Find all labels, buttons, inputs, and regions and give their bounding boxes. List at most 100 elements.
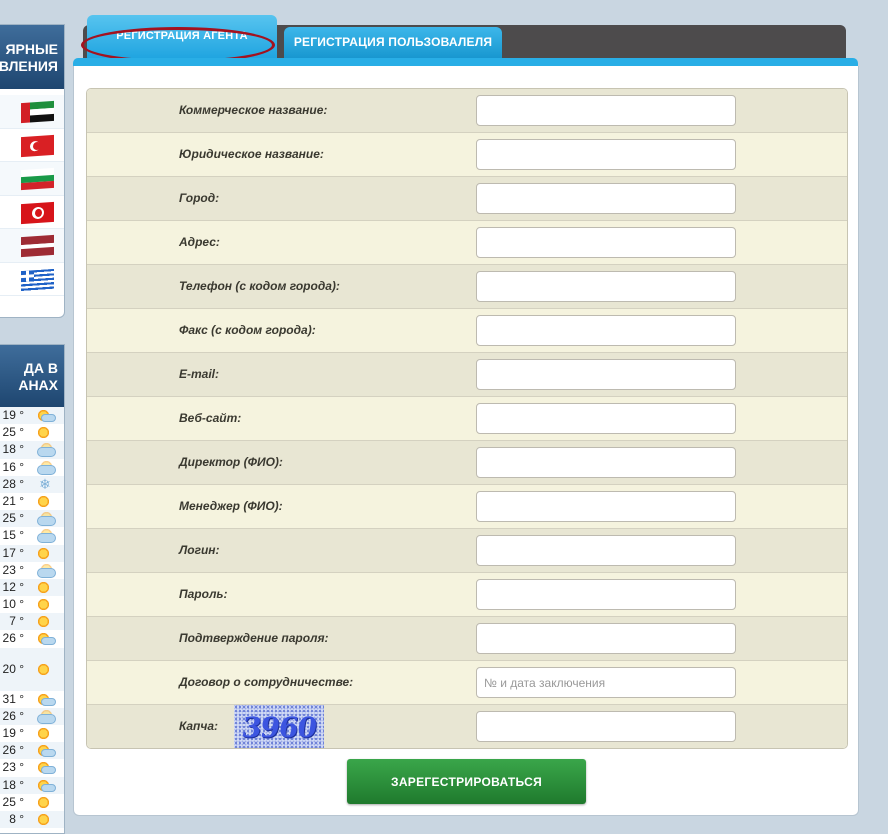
sun-icon bbox=[34, 726, 56, 741]
weather-temp: 19 ° bbox=[2, 726, 24, 740]
sun-cloud-icon bbox=[34, 760, 56, 775]
field-label: Логин: bbox=[179, 543, 220, 557]
weather-row: 19 ° bbox=[0, 407, 64, 425]
weather-row: 10 ° bbox=[0, 596, 64, 613]
register-button[interactable]: ЗАРЕГЕСТРИРОВАТЬСЯ bbox=[347, 759, 586, 804]
form-row: Директор (ФИО): bbox=[87, 441, 847, 485]
flag-tunisia-icon[interactable] bbox=[21, 201, 54, 224]
weather-row: 20 ° bbox=[0, 647, 64, 691]
sun-cloud-icon bbox=[34, 692, 56, 707]
field-input-4[interactable] bbox=[476, 271, 736, 302]
flag-greece-icon[interactable] bbox=[21, 268, 54, 291]
field-label: Город: bbox=[179, 191, 220, 205]
field-label: Договор о сотрудничестве: bbox=[179, 675, 354, 689]
weather-temp: 26 ° bbox=[2, 743, 24, 758]
flag-row[interactable] bbox=[0, 229, 64, 263]
cloud-icon bbox=[34, 528, 56, 544]
flag-turkey-icon[interactable] bbox=[21, 134, 54, 157]
weather-temp: 16 ° bbox=[2, 459, 24, 474]
form-row: Подтверждение пароля: bbox=[87, 617, 847, 661]
weather-row: 28 ° ❄ bbox=[0, 475, 64, 493]
field-label: Адрес: bbox=[179, 235, 220, 249]
captcha-input[interactable] bbox=[476, 711, 736, 742]
sun-icon bbox=[34, 580, 56, 595]
sun-icon bbox=[34, 546, 56, 561]
field-label: Подтверждение пароля: bbox=[179, 631, 329, 645]
weather-temp: 10 ° bbox=[2, 597, 24, 612]
weather-temp: 21 ° bbox=[2, 493, 24, 508]
sun-cloud-icon bbox=[34, 743, 56, 758]
weather-temp: 25 ° bbox=[2, 511, 24, 526]
field-label: Факс (с кодом города): bbox=[179, 323, 316, 337]
form-row: Город: bbox=[87, 177, 847, 221]
field-input-3[interactable] bbox=[476, 227, 736, 258]
flag-row[interactable] bbox=[0, 129, 64, 162]
sun-icon bbox=[34, 494, 56, 509]
cloud-icon bbox=[34, 442, 56, 458]
popular-directions-panel: ЯРНЫЕ ВЛЕНИЯ bbox=[0, 24, 65, 318]
tab-agent-registration[interactable]: РЕГИСТРАЦИЯ АГЕНТА bbox=[87, 15, 277, 59]
cloud-icon bbox=[34, 708, 56, 724]
sun-cloud-icon bbox=[34, 778, 56, 793]
weather-row: 25 ° bbox=[0, 510, 64, 528]
sun-icon bbox=[34, 812, 56, 827]
weather-row: 31 ° bbox=[0, 691, 64, 708]
field-label: Директор (ФИО): bbox=[179, 455, 283, 469]
flag-latvia-icon[interactable] bbox=[21, 234, 54, 258]
weather-row: 18 ° bbox=[0, 441, 64, 459]
field-label: E-mail: bbox=[179, 367, 220, 381]
sun-icon bbox=[34, 795, 56, 810]
field-input-1[interactable] bbox=[476, 139, 736, 170]
flag-row[interactable] bbox=[0, 95, 64, 129]
weather-temp: 19 ° bbox=[2, 408, 24, 422]
weather-temp: 17 ° bbox=[2, 545, 24, 560]
flag-row[interactable] bbox=[0, 162, 64, 196]
popular-directions-title: ЯРНЫЕ ВЛЕНИЯ bbox=[0, 25, 64, 89]
weather-row: 23 ° bbox=[0, 562, 64, 579]
field-label: Телефон (с кодом города): bbox=[179, 279, 340, 293]
captcha-image: 3960 bbox=[234, 705, 324, 748]
sun-icon bbox=[34, 662, 56, 677]
weather-temp: 18 ° bbox=[2, 777, 24, 792]
weather-row: 19 ° bbox=[0, 725, 64, 742]
field-input-13[interactable] bbox=[476, 667, 736, 698]
field-input-8[interactable] bbox=[476, 447, 736, 478]
weather-temp: 23 ° bbox=[2, 760, 24, 775]
weather-temp: 23 ° bbox=[2, 562, 24, 577]
agent-registration-form: Коммерческое название: Юридическое назван… bbox=[86, 88, 848, 749]
tab-user-registration[interactable]: РЕГИСТРАЦИЯ ПОЛЬЗОВАЛЕЛЯ bbox=[284, 27, 502, 59]
flag-row[interactable] bbox=[0, 263, 64, 296]
flag-uae-icon[interactable] bbox=[21, 100, 54, 124]
field-input-10[interactable] bbox=[476, 535, 736, 566]
weather-row: 17 ° bbox=[0, 544, 64, 562]
flag-bulgaria-icon[interactable] bbox=[21, 167, 54, 191]
field-label: Менеджер (ФИО): bbox=[179, 499, 283, 513]
form-row: E-mail: bbox=[87, 353, 847, 397]
field-input-11[interactable] bbox=[476, 579, 736, 610]
weather-row: 18 ° bbox=[0, 776, 64, 794]
weather-row: 25 ° bbox=[0, 794, 64, 811]
cloud-icon bbox=[34, 459, 56, 475]
flag-row[interactable] bbox=[0, 196, 64, 229]
form-row: Юридическое название: bbox=[87, 133, 847, 177]
field-input-9[interactable] bbox=[476, 491, 736, 522]
field-input-5[interactable] bbox=[476, 315, 736, 346]
field-input-6[interactable] bbox=[476, 359, 736, 390]
weather-temp: 26 ° bbox=[2, 631, 24, 646]
weather-row: 15 ° bbox=[0, 527, 64, 544]
form-row: Договор о сотрудничестве: bbox=[87, 661, 847, 705]
weather-title: ДА В АНАХ bbox=[0, 345, 64, 407]
form-row: Веб-сайт: bbox=[87, 397, 847, 441]
weather-temp: 26 ° bbox=[2, 708, 24, 723]
field-input-0[interactable] bbox=[476, 95, 736, 126]
field-input-12[interactable] bbox=[476, 623, 736, 654]
field-input-7[interactable] bbox=[476, 403, 736, 434]
field-label: Пароль: bbox=[179, 587, 228, 601]
form-row: Логин: bbox=[87, 529, 847, 573]
field-label: Веб-сайт: bbox=[179, 411, 242, 425]
field-input-2[interactable] bbox=[476, 183, 736, 214]
captcha-text: 3960 bbox=[239, 711, 319, 744]
weather-temp: 8 ° bbox=[9, 811, 24, 826]
weather-temp: 18 ° bbox=[2, 442, 24, 457]
captcha-row: Капча: 3960 bbox=[87, 705, 847, 748]
